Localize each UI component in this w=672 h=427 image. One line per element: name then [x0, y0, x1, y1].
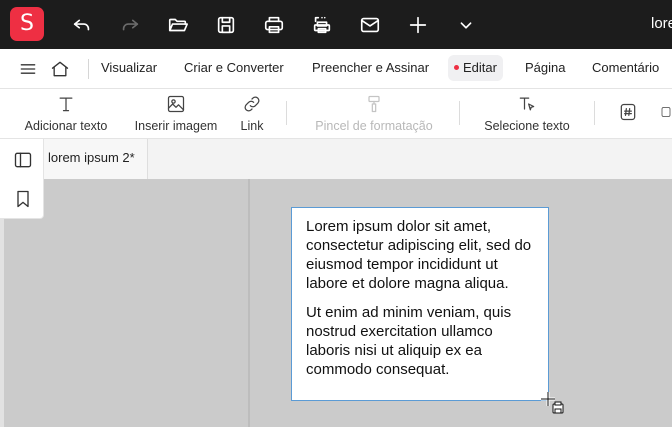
app-logo[interactable]: S	[10, 7, 44, 41]
page-number-button[interactable]	[616, 93, 640, 135]
format-painter-icon	[308, 93, 440, 115]
plus-icon[interactable]	[405, 12, 431, 38]
resize-cursor-icon	[538, 390, 566, 416]
selected-text-box[interactable]: Lorem ipsum dolor sit amet, consectetur …	[291, 207, 549, 401]
menu-visualizar[interactable]: Visualizar	[95, 55, 163, 81]
box-icon	[660, 101, 672, 123]
format-painter-button[interactable]: Pincel de formatação	[308, 93, 440, 135]
sidebar-toggle-icon[interactable]	[11, 148, 35, 172]
document-workspace: Lorem ipsum dolor sit amet, consectetur …	[0, 179, 672, 427]
menu-criar-converter[interactable]: Criar e Converter	[178, 55, 290, 81]
menu-pagina[interactable]: Página	[519, 55, 571, 81]
document-tabs: lorem ipsum 2*	[44, 139, 672, 179]
save-icon[interactable]	[213, 12, 239, 38]
print-icon[interactable]	[261, 12, 287, 38]
paragraph-2[interactable]: Ut enim ad minim veniam, quis nostrud ex…	[306, 303, 538, 379]
insert-image-button[interactable]: Inserir imagem	[129, 93, 223, 135]
add-text-button[interactable]: Adicionar texto	[20, 93, 112, 135]
menu-editar[interactable]: Editar	[448, 55, 503, 81]
edit-ribbon: Adicionar texto Inserir imagem Link Pinc…	[0, 89, 672, 139]
menu-bar: Visualizar Criar e Converter Preencher e…	[0, 49, 672, 89]
chevron-down-icon[interactable]	[453, 12, 479, 38]
menu-divider	[88, 59, 89, 79]
add-text-label: Adicionar texto	[24, 119, 108, 133]
menu-comentario[interactable]: Comentário	[586, 55, 665, 81]
menu-preencher-assinar[interactable]: Preencher e Assinar	[306, 55, 435, 81]
text-icon	[20, 93, 112, 115]
select-text-button[interactable]: Selecione texto	[481, 93, 573, 135]
redo-icon[interactable]	[117, 12, 143, 38]
select-text-icon	[481, 93, 573, 115]
select-text-label: Selecione texto	[484, 119, 570, 133]
insert-image-label: Inserir imagem	[134, 119, 218, 133]
link-button[interactable]: Link	[236, 93, 268, 135]
paragraph-1[interactable]: Lorem ipsum dolor sit amet, consectetur …	[306, 217, 538, 293]
active-dot-icon	[454, 65, 459, 71]
tab-lorem-ipsum-2[interactable]: lorem ipsum 2*	[44, 139, 148, 179]
open-folder-icon[interactable]	[165, 12, 191, 38]
link-label: Link	[240, 119, 264, 133]
hamburger-menu-icon[interactable]	[17, 58, 39, 80]
link-icon	[236, 93, 268, 115]
mail-icon[interactable]	[357, 12, 383, 38]
image-icon	[129, 93, 223, 115]
title-bar: S lore	[0, 0, 672, 49]
ribbon-divider	[594, 101, 595, 125]
more-ribbon-button[interactable]	[660, 93, 672, 135]
side-panel	[0, 139, 44, 219]
ribbon-divider	[459, 101, 460, 125]
format-painter-label: Pincel de formatação	[315, 119, 433, 133]
app-window: S lore Visualizar Criar e Converter Pree…	[0, 0, 672, 427]
scan-icon[interactable]	[309, 12, 335, 38]
undo-icon[interactable]	[69, 12, 95, 38]
ribbon-divider	[286, 101, 287, 125]
page-divider	[248, 179, 250, 427]
menu-editar-label: Editar	[463, 60, 497, 75]
document-title: lore	[651, 15, 672, 32]
hash-box-icon	[616, 101, 640, 123]
home-icon[interactable]	[49, 58, 71, 80]
bookmark-icon[interactable]	[11, 187, 35, 211]
